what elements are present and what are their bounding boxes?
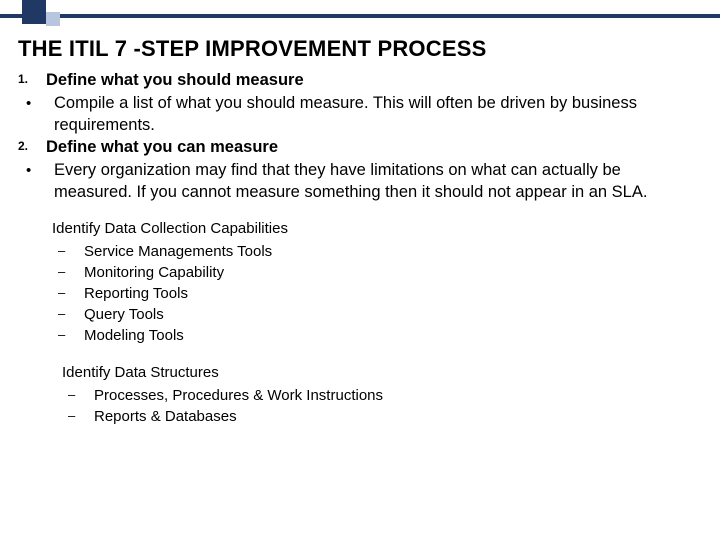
dash-icon: – <box>52 241 84 262</box>
step-1-bullet: Compile a list of what you should measur… <box>54 93 702 137</box>
sub-block-2: Identify Data Structures – Processes, Pr… <box>62 362 702 427</box>
dash-icon: – <box>52 304 84 325</box>
bullet-icon: • <box>18 93 54 137</box>
step-1-number: 1. <box>18 70 46 92</box>
sub2-item: – Reports & Databases <box>62 406 702 427</box>
main-list: 1. Define what you should measure • Comp… <box>18 70 702 204</box>
step-1-title-row: 1. Define what you should measure <box>18 70 702 92</box>
sub1-item: – Monitoring Capability <box>52 262 702 283</box>
step-1-bullet-row: • Compile a list of what you should meas… <box>18 93 702 137</box>
sub-block-1: Identify Data Collection Capabilities – … <box>52 218 702 346</box>
sub2-item-text: Processes, Procedures & Work Instruction… <box>94 385 702 406</box>
step-2-bullet-row: • Every organization may find that they … <box>18 160 702 204</box>
bullet-icon: • <box>18 160 54 204</box>
sub2-item: – Processes, Procedures & Work Instructi… <box>62 385 702 406</box>
accent-square-dark <box>22 0 46 24</box>
sub1-item-text: Monitoring Capability <box>84 262 702 283</box>
step-1-title: Define what you should measure <box>46 70 702 92</box>
step-2-title-row: 2. Define what you can measure <box>18 137 702 159</box>
slide: THE ITIL 7 -STEP IMPROVEMENT PROCESS 1. … <box>0 0 720 540</box>
dash-icon: – <box>62 385 94 406</box>
sub1-item-text: Reporting Tools <box>84 283 702 304</box>
step-2-bullet: Every organization may find that they ha… <box>54 160 702 204</box>
dash-icon: – <box>62 406 94 427</box>
accent-square-light <box>46 12 60 26</box>
sub1-item-text: Query Tools <box>84 304 702 325</box>
content-area: THE ITIL 7 -STEP IMPROVEMENT PROCESS 1. … <box>18 34 702 427</box>
step-2-number: 2. <box>18 137 46 159</box>
dash-icon: – <box>52 262 84 283</box>
sub1-item-text: Service Managements Tools <box>84 241 702 262</box>
sub1-item: – Query Tools <box>52 304 702 325</box>
sub1-item: – Reporting Tools <box>52 283 702 304</box>
page-title: THE ITIL 7 -STEP IMPROVEMENT PROCESS <box>18 36 702 62</box>
sub2-item-text: Reports & Databases <box>94 406 702 427</box>
sub1-item-text: Modeling Tools <box>84 325 702 346</box>
accent-bar <box>0 14 720 18</box>
sub2-header: Identify Data Structures <box>62 362 702 383</box>
sub1-header: Identify Data Collection Capabilities <box>52 218 702 239</box>
sub1-item: – Service Managements Tools <box>52 241 702 262</box>
step-2-title: Define what you can measure <box>46 137 702 159</box>
dash-icon: – <box>52 283 84 304</box>
dash-icon: – <box>52 325 84 346</box>
sub1-item: – Modeling Tools <box>52 325 702 346</box>
